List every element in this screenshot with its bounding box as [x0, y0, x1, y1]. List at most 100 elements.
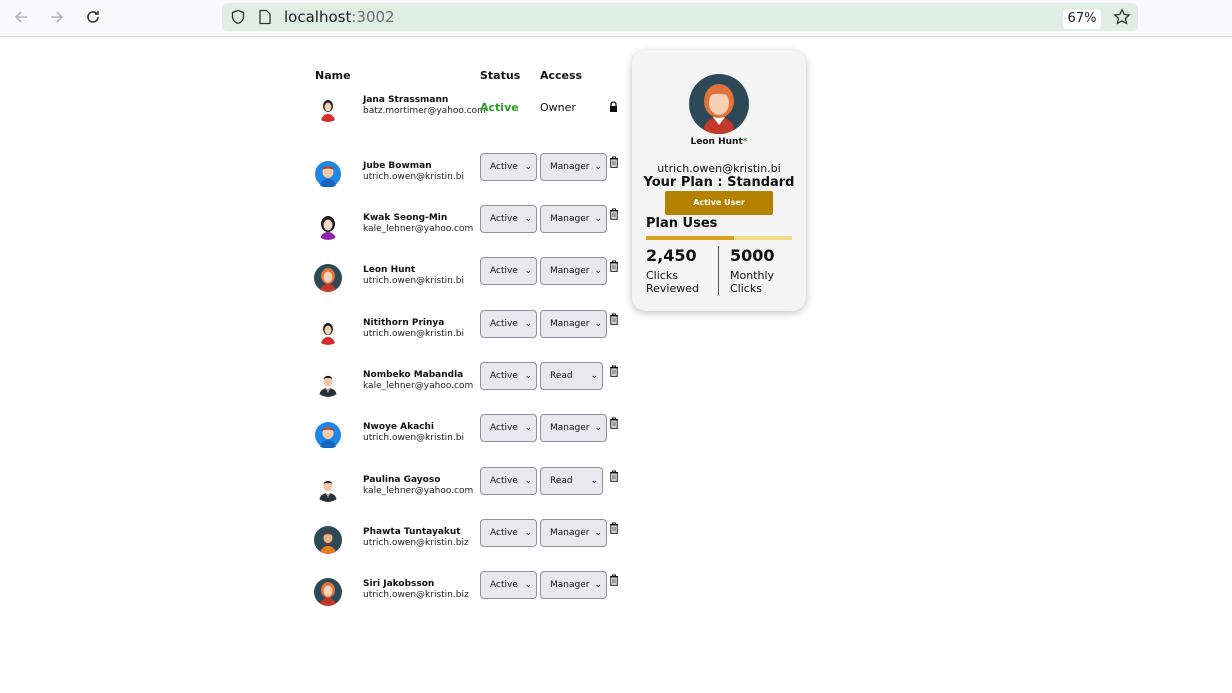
user-email: batz.mortimer@yahoo.com	[363, 106, 486, 116]
access-select[interactable]: Manager ⌄	[540, 257, 607, 285]
lock-icon	[610, 101, 617, 112]
access-select[interactable]: Manager ⌄	[540, 414, 607, 442]
chevron-down-icon: ⌄	[594, 162, 602, 172]
plan-title: Your Plan : Standard	[643, 175, 795, 190]
access-select[interactable]: Manager ⌄	[540, 571, 607, 599]
woman-red-top-avatar-icon	[314, 94, 342, 122]
table-row: Nwoye Akachi utrich.owen@kristin.bi Active…	[314, 414, 624, 451]
url-bar[interactable]: localhost:3002 67%	[222, 3, 1138, 31]
table-row: Jube Bowman utrich.owen@kristin.bi Active ⌄…	[314, 153, 624, 190]
browser-toolbar: localhost:3002 67%	[0, 0, 1232, 37]
access-select-value: Manager	[550, 528, 590, 538]
chevron-down-icon: ⌄	[594, 580, 602, 590]
chevron-down-icon: ⌄	[524, 423, 532, 433]
status-select[interactable]: Active ⌄	[480, 467, 537, 495]
access-select[interactable]: Manager ⌄	[540, 310, 607, 338]
monthly-clicks-value: 5000	[730, 246, 775, 265]
boy-red-hair-avatar-icon	[314, 160, 342, 188]
table-row: Siri Jakobsson utrich.owen@kristin.biz Act…	[314, 571, 624, 608]
status-select[interactable]: Active ⌄	[480, 153, 537, 181]
man-beard-avatar-icon	[314, 526, 342, 554]
status-select-value: Active	[490, 476, 518, 486]
forward-button[interactable]	[45, 5, 69, 29]
user-email: kale_lehner@yahoo.com	[363, 486, 474, 496]
plan-uses-title: Plan Uses	[646, 216, 718, 231]
profile-name: Leon Hunt*	[690, 137, 748, 147]
zoom-level[interactable]: 67%	[1063, 9, 1101, 29]
woman-orange-hair-avatar-icon	[689, 74, 749, 134]
header-access: Access	[540, 69, 583, 82]
status-select[interactable]: Active ⌄	[480, 310, 537, 338]
active-user-button[interactable]: Active User	[665, 191, 773, 215]
status-select[interactable]: Active ⌄	[480, 571, 537, 599]
status-select[interactable]: Active ⌄	[480, 414, 537, 442]
user-email: utrich.owen@kristin.bi	[363, 329, 464, 339]
trash-icon[interactable]	[609, 522, 619, 534]
arrow-right-icon	[51, 11, 64, 23]
boy-red-hair-avatar-icon	[314, 421, 342, 449]
online-star-icon: *	[742, 137, 748, 147]
man-suit-avatar-icon	[314, 369, 342, 397]
reload-button[interactable]	[81, 5, 105, 29]
chevron-down-icon: ⌄	[594, 319, 602, 329]
clicks-reviewed-value: 2,450	[646, 246, 697, 265]
avatar	[314, 317, 342, 345]
access-select[interactable]: Manager ⌄	[540, 519, 607, 547]
profile-email: utrich.owen@kristin.bi	[657, 162, 781, 175]
trash-icon[interactable]	[609, 574, 619, 586]
status-select-value: Active	[490, 214, 518, 224]
back-button[interactable]	[9, 5, 33, 29]
status-select[interactable]: Active ⌄	[480, 205, 537, 233]
trash-icon[interactable]	[609, 417, 619, 429]
table-row: Nitithorn Prinya utrich.owen@kristin.bi Ac…	[314, 310, 624, 347]
avatar	[314, 264, 342, 292]
trash-icon[interactable]	[609, 208, 619, 220]
trash-icon[interactable]	[609, 156, 619, 168]
reload-icon	[87, 11, 99, 23]
access-select[interactable]: Read ⌄	[540, 362, 603, 390]
status-select-value: Active	[490, 266, 518, 276]
trash-icon[interactable]	[609, 313, 619, 325]
chevron-down-icon: ⌄	[594, 423, 602, 433]
header-name: Name	[315, 69, 351, 82]
status-select-value: Active	[490, 423, 518, 433]
clicks-reviewed-label: Clicks Reviewed	[646, 269, 699, 295]
chevron-down-icon: ⌄	[524, 528, 532, 538]
access-select-value: Read	[550, 476, 573, 486]
monthly-clicks-label: Monthly Clicks	[730, 269, 775, 295]
user-name: Kwak Seong-Min	[363, 213, 448, 223]
status-select-value: Active	[490, 528, 518, 538]
chevron-down-icon: ⌄	[524, 214, 532, 224]
chevron-down-icon: ⌄	[594, 266, 602, 276]
bookmark-star-icon[interactable]	[1113, 8, 1131, 26]
table-row: Kwak Seong-Min kale_lehner@yahoo.com Activ…	[314, 205, 624, 242]
user-name: Jube Bowman	[363, 161, 432, 171]
access-select-value: Read	[550, 371, 573, 381]
status-select[interactable]: Active ⌄	[480, 257, 537, 285]
access-select[interactable]: Read ⌄	[540, 467, 603, 495]
shield-icon	[231, 9, 245, 25]
trash-icon[interactable]	[609, 470, 619, 482]
page-icon	[259, 9, 271, 25]
chevron-down-icon: ⌄	[524, 371, 532, 381]
chevron-down-icon: ⌄	[594, 214, 602, 224]
header-status: Status	[480, 69, 521, 82]
access-select[interactable]: Manager ⌄	[540, 153, 607, 181]
chevron-down-icon: ⌄	[590, 476, 598, 486]
user-name: Siri Jakobsson	[363, 579, 435, 589]
chevron-down-icon: ⌄	[524, 319, 532, 329]
plan-usage-bar	[646, 236, 792, 240]
user-name: Nombeko Mabandla	[363, 370, 464, 380]
profile-avatar	[689, 74, 749, 134]
trash-icon[interactable]	[609, 260, 619, 272]
trash-icon[interactable]	[609, 365, 619, 377]
access-select[interactable]: Manager ⌄	[540, 205, 607, 233]
table-row: Nombeko Mabandla kale_lehner@yahoo.com Act…	[314, 362, 624, 399]
arrow-left-icon	[14, 11, 27, 23]
chevron-down-icon: ⌄	[524, 580, 532, 590]
chevron-down-icon: ⌄	[524, 266, 532, 276]
status-select[interactable]: Active ⌄	[480, 519, 537, 547]
status-select[interactable]: Active ⌄	[480, 362, 537, 390]
user-name: Leon Hunt	[363, 265, 416, 275]
girl-purple-avatar-icon	[314, 212, 342, 240]
